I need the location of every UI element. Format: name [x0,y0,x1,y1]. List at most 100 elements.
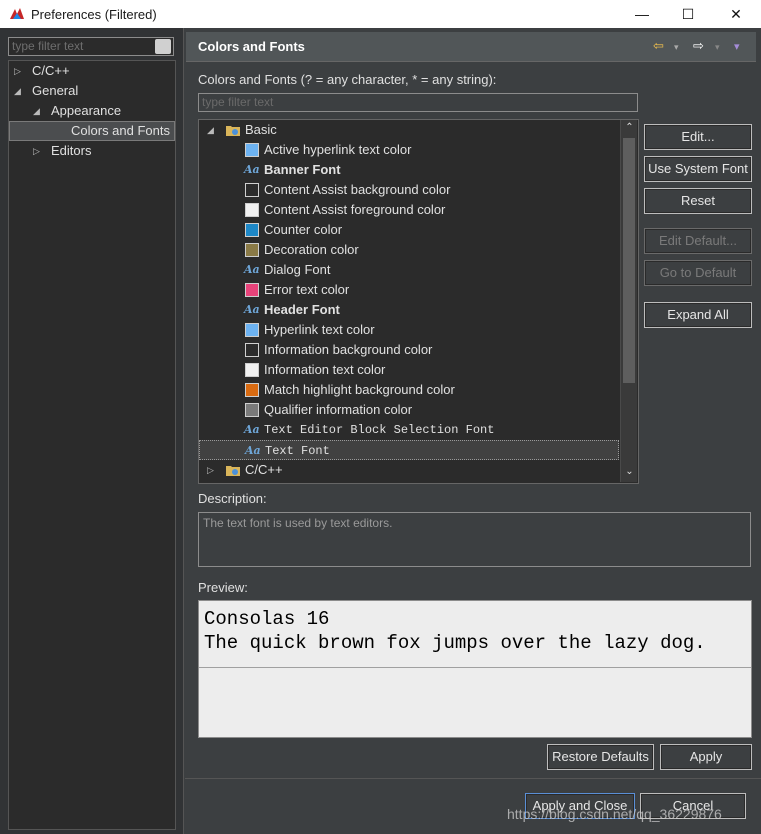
tree-item[interactable]: Decoration color [199,240,619,260]
preview-label: Preview: [198,580,248,595]
tree-item-label: General [32,83,79,98]
tree-item-label: Text Editor Block Selection Font [264,423,495,437]
restore-defaults-button[interactable]: Restore Defaults [547,744,654,770]
preference-tree: ▷ C/C++ ◢ General ◢ Appearance Colors an… [8,60,176,830]
color-swatch-icon [245,223,259,237]
font-icon: Aa [244,303,260,316]
tree-item-label: Text Font [265,444,330,458]
clear-filter-icon[interactable] [155,39,171,54]
tree-item[interactable]: Aa Text Editor Block Selection Font [199,420,619,440]
edit-default-button[interactable]: Edit Default... [644,228,752,254]
color-swatch-icon [245,243,259,257]
description-box: The text font is used by text editors. [198,512,751,567]
tree-item-label: Match highlight background color [264,382,455,397]
expand-icon[interactable]: ▷ [207,465,217,475]
tree-item[interactable]: Information text color [199,360,619,380]
scroll-up-icon[interactable]: ⌃ [623,121,636,135]
expand-all-button[interactable]: Expand All [644,302,752,328]
scroll-thumb[interactable] [623,138,635,383]
tree-item[interactable]: Active hyperlink text color [199,140,619,160]
color-swatch-icon [245,283,259,297]
tree-item-colors-and-fonts[interactable]: Colors and Fonts [9,121,175,141]
tree-item-label: Editors [51,143,92,158]
forward-history-icon[interactable]: ▾ [715,42,720,53]
tree-item-label: Banner Font [264,162,341,177]
tree-item-label: Dialog Font [264,262,331,277]
tree-item[interactable]: Content Assist foreground color [199,200,619,220]
tree-item[interactable]: Aa Header Font [199,300,619,320]
tree-scrollbar[interactable]: ⌃ ⌄ [620,120,637,482]
preview-line-2: The quick brown fox jumps over the lazy … [204,632,706,654]
color-swatch-icon [245,183,259,197]
page-header: Colors and Fonts ⇦ ▾ ⇨ ▾ ▾ [186,32,756,62]
preview-text: Consolas 16 The quick brown fox jumps ov… [204,607,706,655]
tree-item-label: Counter color [264,222,343,237]
collapse-icon[interactable]: ◢ [14,86,24,96]
back-history-icon[interactable]: ▾ [674,42,679,53]
tree-item[interactable]: Hyperlink text color [199,320,619,340]
tree-item[interactable]: Error text color [199,280,619,300]
tree-item-label: Colors and Fonts [71,123,170,138]
tree-item-label: Active hyperlink text color [264,142,412,157]
font-icon: Aa [244,263,260,276]
color-swatch-icon [245,343,259,357]
watermark-url: https://blog.csdn.net/qq_36229876 [507,806,722,822]
color-swatch-icon [245,323,259,337]
close-button[interactable]: ✕ [713,0,759,28]
tree-item[interactable]: Match highlight background color [199,380,619,400]
preview-divider [199,667,751,668]
tree-item-label: Information text color [264,362,386,377]
font-preview: Consolas 16 The quick brown fox jumps ov… [198,600,752,738]
tree-item[interactable]: Content Assist background color [199,180,619,200]
apply-button[interactable]: Apply [660,744,752,770]
description-label: Description: [198,491,267,506]
reset-button[interactable]: Reset [644,188,752,214]
tree-item-label: Header Font [264,302,340,317]
color-swatch-icon [245,363,259,377]
font-icon: Aa [244,423,260,436]
tree-item-label: Content Assist background color [264,182,451,197]
forward-arrow-icon[interactable]: ⇨ [693,38,704,54]
left-filter-input[interactable]: type filter text [8,37,174,56]
color-swatch-icon [245,143,259,157]
color-swatch-icon [245,383,259,397]
colors-filter-input[interactable]: type filter text [198,93,638,112]
tree-item[interactable]: Information background color [199,340,619,360]
tree-item[interactable]: Qualifier information color [199,400,619,420]
edit-button[interactable]: Edit... [644,124,752,150]
font-icon: Aa [244,163,260,176]
tree-group-basic[interactable]: ◢ Basic [199,120,619,140]
tree-item[interactable]: Counter color [199,220,619,240]
tree-item-label: Hyperlink text color [264,322,375,337]
tree-item-label: Qualifier information color [264,402,413,417]
font-icon: Aa [245,444,261,457]
left-filter-placeholder: type filter text [12,39,84,53]
tree-item-label: Appearance [51,103,122,118]
color-swatch-icon [245,203,259,217]
expand-icon[interactable]: ▷ [14,66,24,76]
collapse-icon[interactable]: ◢ [33,106,43,116]
title-bar: Preferences (Filtered) — ☐ ✕ [0,0,761,28]
color-swatch-icon [245,403,259,417]
category-folder-icon [226,123,241,136]
tree-item[interactable]: Aa Text Font [199,440,619,460]
tree-item-label: C/C++ [32,63,70,78]
expand-icon[interactable]: ▷ [33,146,43,156]
colors-filter-placeholder: type filter text [202,95,274,109]
tree-group-cpp[interactable]: ▷ C/C++ [199,460,619,480]
use-system-font-button[interactable]: Use System Font [644,156,752,182]
go-to-default-button[interactable]: Go to Default [644,260,752,286]
eclipse-app-icon [9,6,25,22]
view-menu-icon[interactable]: ▾ [734,40,740,53]
minimize-button[interactable]: — [619,0,665,28]
collapse-icon[interactable]: ◢ [207,125,217,135]
tree-item[interactable]: Aa Dialog Font [199,260,619,280]
tree-group-label: C/C++ [245,462,283,477]
tree-item[interactable]: Aa Banner Font [199,160,619,180]
description-text: The text font is used by text editors. [203,516,393,530]
back-arrow-icon[interactable]: ⇦ [653,38,664,54]
window-title: Preferences (Filtered) [31,6,157,22]
scroll-down-icon[interactable]: ⌄ [623,465,636,479]
preview-line-1: Consolas 16 [204,608,330,630]
maximize-button[interactable]: ☐ [665,0,711,28]
